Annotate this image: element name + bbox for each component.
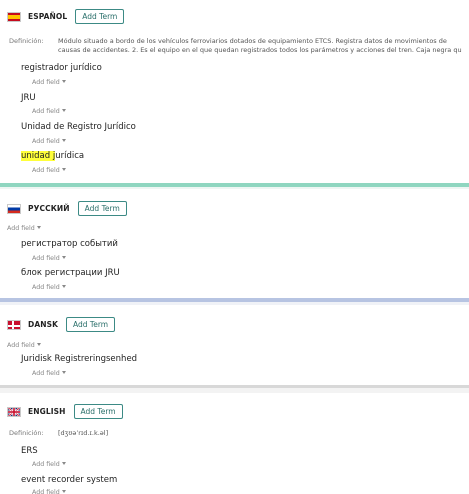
- add-term-button[interactable]: Add Term: [75, 9, 125, 24]
- term-text[interactable]: registrador jurídico: [21, 63, 102, 73]
- russia-flag-icon: [7, 203, 21, 214]
- caret-down-icon: [61, 139, 66, 142]
- spain-flag-icon: [7, 11, 21, 22]
- caret-down-icon: [61, 285, 66, 288]
- definition-line-2: causas de accidentes. 2. Es el equipo en…: [58, 46, 462, 54]
- term-text[interactable]: JRU: [21, 93, 36, 103]
- lang-header-espanol: ESPAÑOL Add Term: [7, 9, 125, 24]
- term-text[interactable]: блок регистрации JRU: [21, 268, 120, 278]
- lang-name: ENGLISH: [28, 407, 66, 416]
- definition-text: [dʒʊəˈrɪd.ɪ.k.əl]: [58, 429, 109, 437]
- term-text[interactable]: Unidad de Registro Jurídico: [21, 122, 136, 132]
- lang-name: DANSK: [28, 320, 59, 329]
- definition-label: Definición:: [9, 37, 44, 45]
- add-field-link[interactable]: Add field: [7, 225, 41, 232]
- term-text[interactable]: ERS: [21, 446, 38, 456]
- lang-name: РУССКИЙ: [28, 204, 70, 213]
- add-field-link[interactable]: Add field: [32, 79, 66, 86]
- section-divider: [0, 187, 469, 189]
- denmark-flag-icon: [7, 319, 21, 330]
- add-term-button[interactable]: Add Term: [77, 201, 127, 216]
- add-field-link[interactable]: Add field: [32, 370, 66, 377]
- add-field-link[interactable]: Add field: [32, 461, 66, 468]
- caret-down-icon: [61, 462, 66, 465]
- lang-header-dansk: DANSK Add Term: [7, 317, 116, 332]
- caret-down-icon: [61, 80, 66, 83]
- term-text[interactable]: unidad jurídica: [21, 151, 84, 161]
- caret-down-icon: [61, 109, 66, 112]
- add-field-link[interactable]: Add field: [32, 255, 66, 262]
- add-term-button[interactable]: Add Term: [73, 404, 123, 419]
- term-text[interactable]: регистратор событий: [21, 239, 118, 249]
- uk-flag-icon: [7, 406, 21, 417]
- add-term-button[interactable]: Add Term: [66, 317, 116, 332]
- lang-name: ESPAÑOL: [28, 12, 68, 21]
- definition-line-1: Módulo situado a bordo de los vehículos …: [58, 37, 447, 45]
- lang-header-russkiy: РУССКИЙ Add Term: [7, 201, 127, 216]
- caret-down-icon: [36, 226, 41, 229]
- lang-header-english: ENGLISH Add Term: [7, 404, 123, 419]
- add-field-link[interactable]: Add field: [7, 342, 41, 349]
- caret-down-icon: [36, 343, 41, 346]
- section-espanol: ESPAÑOL Add Term Definición: Módulo situ…: [0, 0, 469, 183]
- caret-down-icon: [61, 490, 66, 493]
- caret-down-icon: [61, 168, 66, 171]
- definition-label: Definición:: [9, 429, 44, 437]
- definition-text: Módulo situado a bordo de los vehículos …: [58, 37, 469, 55]
- search-highlight: unidad j: [21, 151, 56, 161]
- add-field-link[interactable]: Add field: [32, 108, 66, 115]
- add-field-link[interactable]: Add field: [32, 489, 66, 494]
- caret-down-icon: [61, 371, 66, 374]
- section-russkiy: РУССКИЙ Add Term Add field регистратор с…: [0, 190, 469, 298]
- add-field-link[interactable]: Add field: [32, 167, 66, 174]
- section-dansk: DANSK Add Term Add field Juridisk Regist…: [0, 305, 469, 385]
- term-text[interactable]: Juridisk Registreringsenhed: [21, 354, 137, 364]
- add-field-link[interactable]: Add field: [32, 284, 66, 291]
- add-field-link[interactable]: Add field: [32, 138, 66, 145]
- term-text[interactable]: event recorder system: [21, 475, 117, 485]
- section-english: ENGLISH Add Term Definición: [dʒʊəˈrɪd.ɪ…: [0, 393, 469, 494]
- caret-down-icon: [61, 256, 66, 259]
